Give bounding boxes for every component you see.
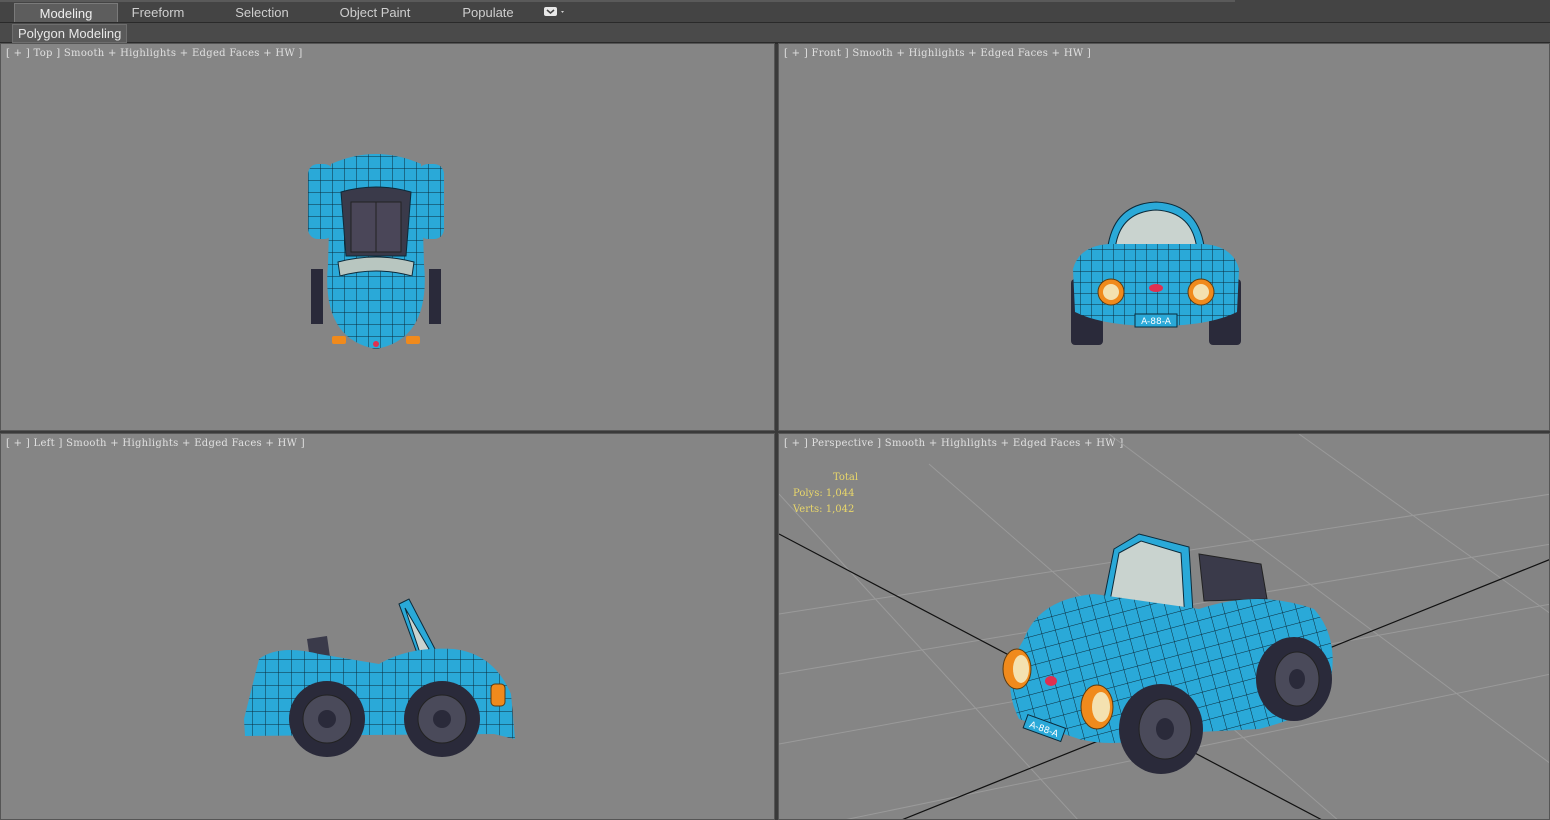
ribbon-top-line [0,0,1235,2]
stats-total-label: Total [833,472,859,483]
car-model-left-view [244,598,515,757]
tab-modeling[interactable]: Modeling [14,3,118,22]
front-license-plate-text: A-88-A [1141,317,1172,327]
viewport-left[interactable]: [ + ] Left ] Smooth + Highlights + Edged… [0,433,775,820]
ribbon-tab-bar: Modeling Freeform Selection Object Paint… [0,0,1550,23]
polygon-modeling-panel-toggle[interactable]: Polygon Modeling [12,24,128,43]
stats-polys-row: Polys: 1,044 [793,486,858,502]
viewport-left-label[interactable]: [ + ] Left ] Smooth + Highlights + Edged… [6,438,305,449]
stats-verts-label: Verts: [793,504,823,515]
car-model-perspective-view: A-88-A [1002,533,1333,774]
ribbon-menu-dropdown-icon[interactable] [542,6,568,18]
tab-freeform[interactable]: Freeform [118,3,198,22]
stats-verts-value: 1,042 [825,504,855,515]
stats-verts-row: Verts: 1,042 [793,502,858,518]
stats-polys-value: 1,044 [825,488,855,499]
viewport-front[interactable]: [ + ] Front ] Smooth + Highlights + Edge… [778,43,1550,431]
polygon-stats-overlay: Total Polys: 1,044 Verts: 1,042 [793,470,858,518]
tab-populate[interactable]: Populate [450,3,526,22]
viewport-top-label[interactable]: [ + ] Top ] Smooth + Highlights + Edged … [6,48,303,59]
car-model-top-view [308,154,444,349]
ribbon-panel-bar: Polygon Modeling [0,23,1550,44]
tab-object-paint[interactable]: Object Paint [330,3,420,22]
stats-polys-label: Polys: [793,488,823,499]
tab-selection[interactable]: Selection [222,3,302,22]
viewport-top[interactable]: [ + ] Top ] Smooth + Highlights + Edged … [0,43,775,431]
viewport-front-label[interactable]: [ + ] Front ] Smooth + Highlights + Edge… [784,48,1091,59]
car-model-front-view: A-88-A [1071,201,1241,345]
viewport-perspective[interactable]: [ + ] Perspective ] Smooth + Highlights … [778,433,1550,820]
